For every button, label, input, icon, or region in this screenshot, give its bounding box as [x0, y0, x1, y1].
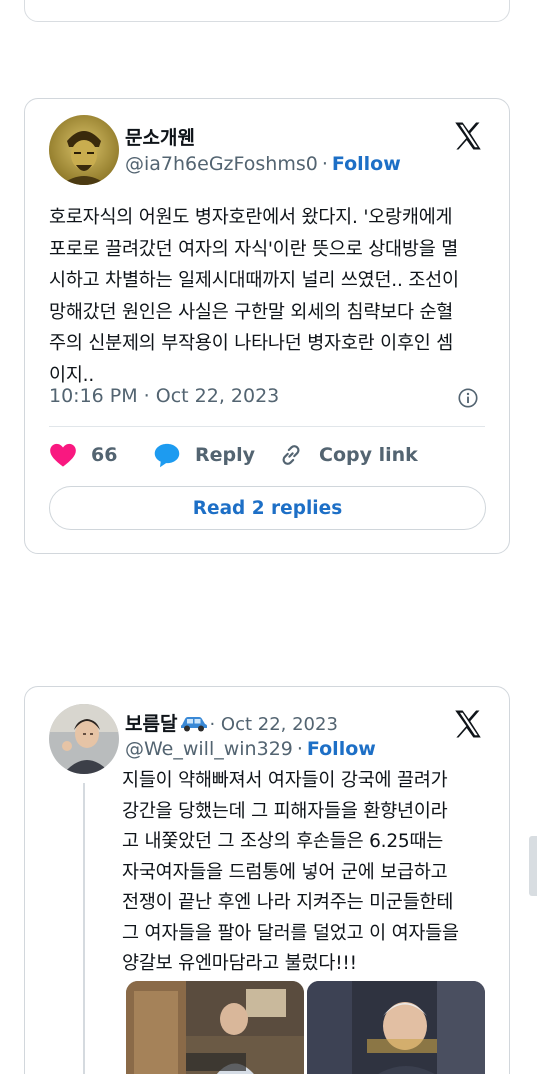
handle-row: @We_will_win329 · Follow [125, 738, 376, 760]
display-name-row: 보름달 · Oct 22, 2023 [125, 709, 338, 736]
follow-button[interactable]: Follow [307, 738, 376, 760]
read-replies-button[interactable]: Read 2 replies [49, 486, 486, 530]
tweet-text: 지들이 약해빠져서 여자들이 강국에 끌려가 강간을 당했는데 그 피해자들을 … [122, 770, 459, 974]
display-name[interactable]: 보름달 [125, 713, 177, 735]
media-thumbnail[interactable] [126, 981, 304, 1074]
previous-tweet-card [24, 0, 510, 22]
tweet-date[interactable]: · Oct 22, 2023 [209, 714, 337, 735]
divider [49, 426, 485, 427]
avatar[interactable] [49, 704, 119, 774]
scroll-indicator[interactable] [529, 836, 537, 896]
reply-label: Reply [195, 444, 256, 466]
tweet-text: 호로자식의 어원도 병자호란에서 왔다지. '오랑캐에게 포로로 끌려갔던 여자… [49, 207, 459, 386]
media-thumbnail[interactable] [307, 981, 485, 1074]
follow-button[interactable]: Follow [332, 153, 401, 175]
action-bar: 66 Reply Copy link [49, 442, 489, 472]
separator-dot: · [321, 153, 328, 175]
avatar[interactable] [49, 115, 119, 185]
display-name[interactable]: 문소개웬 [125, 123, 195, 150]
copy-link-label: Copy link [319, 444, 418, 466]
thread-line [83, 783, 85, 1074]
x-logo-icon[interactable] [451, 119, 485, 153]
reply-button[interactable]: Reply [153, 442, 255, 468]
tweet-card[interactable]: 보름달 · Oct 22, 2023 @We_will_win329 · Follo… [24, 686, 510, 1074]
page: 문소개웬 @ia7h6eGzFoshms0 · Follow 호로자식의 어원도 병… [0, 0, 537, 1074]
tweet-card[interactable]: 문소개웬 @ia7h6eGzFoshms0 · Follow 호로자식의 어원도 병… [24, 98, 510, 554]
info-icon[interactable] [457, 387, 479, 409]
copy-link-button[interactable]: Copy link [277, 442, 418, 468]
like-count: 66 [91, 444, 118, 466]
like-button[interactable]: 66 [49, 442, 117, 468]
handle-row: @ia7h6eGzFoshms0 · Follow [125, 153, 401, 175]
separator-dot: · [296, 738, 303, 760]
car-emoji-icon [181, 717, 208, 732]
x-logo-icon[interactable] [451, 707, 485, 741]
speech-bubble-icon [154, 443, 180, 468]
link-icon [282, 445, 300, 465]
heart-icon [50, 443, 76, 467]
handle[interactable]: @We_will_win329 [125, 738, 293, 760]
timestamp[interactable]: 10:16 PM · Oct 22, 2023 [49, 385, 279, 407]
handle[interactable]: @ia7h6eGzFoshms0 [125, 153, 318, 175]
